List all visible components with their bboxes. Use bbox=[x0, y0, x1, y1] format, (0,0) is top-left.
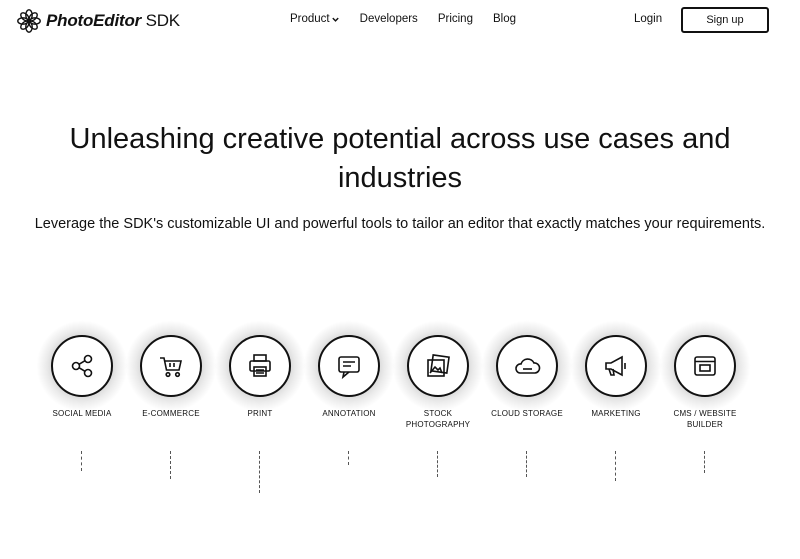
use-case-marketing[interactable]: MARKETING bbox=[570, 320, 662, 481]
login-link[interactable]: Login bbox=[634, 13, 662, 25]
connector-line bbox=[81, 451, 82, 471]
cloud-icon bbox=[515, 358, 541, 374]
use-case-icon-circle bbox=[407, 335, 469, 397]
nav-pricing[interactable]: Pricing bbox=[438, 13, 473, 25]
page-subtitle: Leverage the SDK's customizable UI and p… bbox=[34, 216, 766, 232]
megaphone-icon bbox=[605, 355, 626, 377]
logo-wordmark: PhotoEditor SDK bbox=[46, 11, 180, 31]
nav-pricing-label: Pricing bbox=[437, 13, 473, 25]
use-case-label: MARKETING bbox=[591, 409, 641, 418]
logo-name: PhotoEditor bbox=[46, 11, 142, 30]
use-case-icon-circle bbox=[140, 335, 202, 397]
use-case-icon-circle bbox=[318, 335, 380, 397]
photo-stack-icon bbox=[427, 354, 450, 377]
use-case-label: PRINT bbox=[247, 409, 273, 418]
use-case-cms-website-builder[interactable]: CMS / WEBSITE BUILDER bbox=[659, 320, 751, 473]
page: PhotoEditor SDK Product Developers Prici… bbox=[0, 0, 800, 559]
nav-blog[interactable]: Blog bbox=[493, 13, 516, 25]
connector-line bbox=[437, 451, 438, 477]
nav-product[interactable]: Product bbox=[290, 13, 340, 25]
printer-icon bbox=[249, 354, 271, 377]
use-case-icon-circle bbox=[674, 335, 736, 397]
use-case-label: ANNOTATION bbox=[322, 409, 376, 418]
use-case-label: SOCIAL MEDIA bbox=[52, 409, 112, 418]
use-case-stock-photography[interactable]: STOCK PHOTOGRAPHY bbox=[392, 320, 484, 477]
use-case-annotation[interactable]: ANNOTATION bbox=[303, 320, 395, 465]
signup-button[interactable]: Sign up bbox=[681, 7, 769, 33]
connector-line bbox=[704, 451, 705, 473]
use-case-label: CMS / WEBSITE BUILDER bbox=[673, 409, 737, 429]
connector-line bbox=[615, 451, 616, 481]
nav-developers[interactable]: Developers bbox=[360, 13, 418, 25]
logo-suffix: SDK bbox=[141, 11, 181, 30]
use-case-icon-circle bbox=[585, 335, 647, 397]
annotation-icon bbox=[338, 356, 360, 380]
chevron-down-icon bbox=[331, 17, 339, 22]
nav-product-label: Product bbox=[290, 13, 330, 25]
connector-line bbox=[259, 451, 260, 493]
use-case-e-commerce[interactable]: E-COMMERCE bbox=[125, 320, 217, 479]
connector-line bbox=[170, 451, 171, 479]
use-case-icon-circle bbox=[496, 335, 558, 397]
logo-link[interactable]: PhotoEditor SDK bbox=[16, 8, 180, 34]
use-case-social-media[interactable]: SOCIAL MEDIA bbox=[36, 320, 128, 471]
nav-developers-label: Developers bbox=[359, 13, 418, 25]
page-title: Unleashing creative potential across use… bbox=[69, 123, 731, 194]
connector-line bbox=[526, 451, 527, 477]
shopping-cart-icon bbox=[160, 357, 182, 378]
use-case-label: E-COMMERCE bbox=[142, 409, 200, 418]
use-case-cloud-storage[interactable]: CLOUD STORAGE bbox=[481, 320, 573, 477]
flower-logo-icon bbox=[17, 9, 41, 33]
main-nav: Product Developers Pricing Blog bbox=[290, 13, 516, 25]
browser-window-icon bbox=[694, 356, 716, 376]
top-navigation: PhotoEditor SDK Product Developers Prici… bbox=[0, 0, 800, 44]
use-case-label: STOCK PHOTOGRAPHY bbox=[405, 409, 471, 429]
connector-line bbox=[348, 451, 349, 465]
nav-blog-label: Blog bbox=[492, 13, 516, 25]
use-case-icon-circle bbox=[229, 335, 291, 397]
share-nodes-icon bbox=[71, 354, 93, 378]
use-case-print[interactable]: PRINT bbox=[214, 320, 306, 493]
use-case-icon-circle bbox=[51, 335, 113, 397]
use-cases-row: SOCIAL MEDIA E-COMMERCE PRINT ANNOTATION… bbox=[0, 320, 800, 559]
use-case-label: CLOUD STORAGE bbox=[491, 409, 563, 418]
